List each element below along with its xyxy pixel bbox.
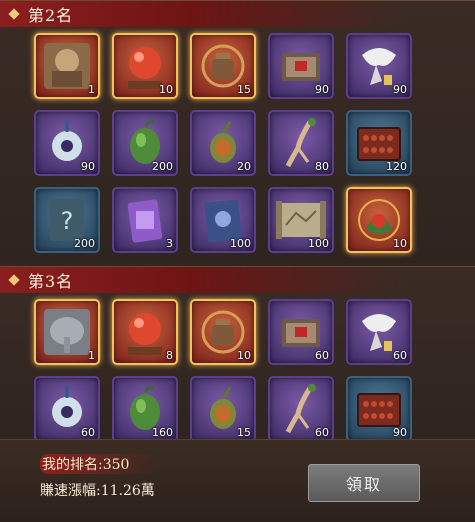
item-quantity: 1 [88, 83, 95, 96]
reward-item[interactable]: 1 [34, 33, 100, 99]
reward-item[interactable]: 8 [112, 299, 178, 365]
item-quantity: 100 [308, 237, 329, 250]
item-quantity: 90 [315, 83, 329, 96]
rank-3-section: 第3名 1 8 10 60 60 60 160 15 60 90 [0, 266, 475, 440]
reward-item[interactable]: 60 [268, 299, 334, 365]
rank-3-item-grid: 1 8 10 60 60 60 160 15 60 90 [34, 299, 412, 440]
reward-item[interactable]: 90 [346, 376, 412, 440]
item-quantity: 60 [81, 426, 95, 439]
reward-item[interactable]: 10 [346, 187, 412, 253]
rank-3-title: 第3名 [28, 272, 74, 291]
item-quantity: 80 [315, 160, 329, 173]
reward-item[interactable]: 10 [190, 299, 256, 365]
reward-item[interactable]: ? 200 [34, 187, 100, 253]
rank-2-section: 第2名 1 10 15 90 90 90 200 20 80 120? 200 3 100 100 10 [0, 0, 475, 263]
reward-item[interactable]: 90 [268, 33, 334, 99]
reward-item[interactable]: 90 [34, 110, 100, 176]
reward-item[interactable]: 100 [190, 187, 256, 253]
rank-2-item-grid: 1 10 15 90 90 90 200 20 80 120? 200 3 100 100 10 [34, 33, 412, 253]
reward-panel: 第2名 1 10 15 90 90 90 200 20 80 120? 200 3 100 100 10 第… [0, 0, 475, 522]
item-quantity: 100 [230, 237, 251, 250]
item-quantity: 15 [237, 426, 251, 439]
item-quantity: 60 [315, 426, 329, 439]
item-quantity: 160 [152, 426, 173, 439]
item-quantity: 120 [386, 160, 407, 173]
reward-item[interactable]: 120 [346, 110, 412, 176]
reward-item[interactable]: 80 [268, 110, 334, 176]
item-quantity: 60 [393, 349, 407, 362]
rank-2-title: 第2名 [28, 6, 74, 25]
reward-item[interactable]: 90 [346, 33, 412, 99]
rank-2-header: 第2名 [0, 1, 475, 27]
item-quantity: 60 [315, 349, 329, 362]
svg-text:?: ? [61, 207, 74, 235]
item-quantity: 10 [159, 83, 173, 96]
reward-item[interactable]: 3 [112, 187, 178, 253]
item-quantity: 1 [88, 349, 95, 362]
reward-item[interactable]: 160 [112, 376, 178, 440]
growth-text: 賺速漲幅:11.26萬 [40, 483, 155, 499]
item-quantity: 200 [152, 160, 173, 173]
rank-3-header: 第3名 [0, 267, 475, 293]
item-quantity: 10 [393, 237, 407, 250]
diamond-icon [8, 8, 20, 20]
item-quantity: 90 [81, 160, 95, 173]
item-quantity: 90 [393, 426, 407, 439]
item-quantity: 10 [237, 349, 251, 362]
item-quantity: 3 [166, 237, 173, 250]
reward-item[interactable]: 15 [190, 376, 256, 440]
item-quantity: 90 [393, 83, 407, 96]
reward-item[interactable]: 10 [112, 33, 178, 99]
item-quantity: 20 [237, 160, 251, 173]
reward-item[interactable]: 100 [268, 187, 334, 253]
reward-item[interactable]: 200 [112, 110, 178, 176]
item-quantity: 15 [237, 83, 251, 96]
reward-item[interactable]: 1 [34, 299, 100, 365]
item-quantity: 200 [74, 237, 95, 250]
reward-item[interactable]: 20 [190, 110, 256, 176]
reward-item[interactable]: 60 [34, 376, 100, 440]
reward-item[interactable]: 60 [268, 376, 334, 440]
diamond-icon [8, 274, 20, 286]
item-quantity: 8 [166, 349, 173, 362]
reward-item[interactable]: 60 [346, 299, 412, 365]
my-rank-text: 我的排名:350 [40, 454, 158, 474]
footer-bar: 我的排名:350 賺速漲幅:11.26萬 領取 [0, 439, 475, 522]
claim-button[interactable]: 領取 [308, 464, 420, 502]
reward-item[interactable]: 15 [190, 33, 256, 99]
